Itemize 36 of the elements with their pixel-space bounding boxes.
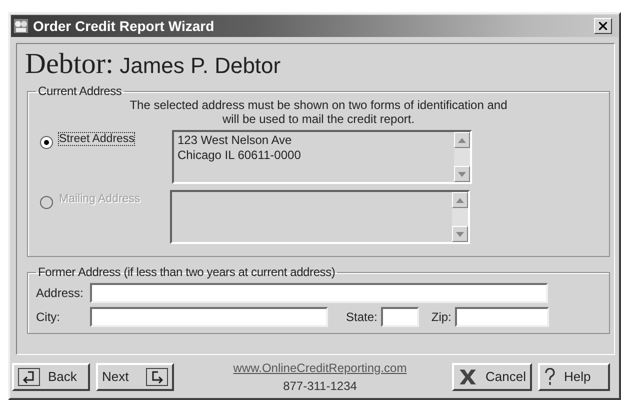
group-legend: Current Address	[36, 84, 124, 98]
state-label: State:	[346, 310, 378, 324]
window-title: Order Credit Report Wizard	[33, 18, 216, 34]
website-link[interactable]: www.OnlineCreditReporting.com	[233, 360, 407, 374]
radio-button[interactable]	[40, 136, 53, 149]
address-line: 123 West Nelson Ave	[177, 133, 293, 148]
scrollbar[interactable]	[452, 192, 468, 242]
zip-label: Zip:	[431, 310, 452, 324]
radio-label[interactable]: Street Address	[59, 133, 134, 145]
down-arrow-icon	[458, 172, 466, 176]
city-field[interactable]	[90, 307, 328, 327]
address-box[interactable]: 123 West Nelson Ave Chicago IL 60611-0000	[172, 130, 472, 184]
address-line: Chicago IL 60611-0000	[177, 148, 302, 163]
close-icon	[599, 22, 607, 30]
debtor-label: Debtor:	[25, 48, 114, 81]
back-button[interactable]: Back	[12, 362, 90, 390]
down-arrow-icon	[456, 232, 464, 236]
address-box[interactable]	[170, 190, 470, 244]
instruction-text: The selected address must be shown on two forms of identification and will be used to mail the credit report.	[128, 98, 508, 126]
up-arrow-icon	[458, 138, 466, 142]
city-label: City:	[36, 310, 61, 324]
phone-number: 877-311-1234	[283, 378, 357, 392]
question-mark-icon	[544, 368, 556, 386]
scrollbar[interactable]	[454, 132, 470, 182]
group-legend: Former Address (if less than two years at current address)	[36, 265, 338, 279]
cancel-button[interactable]: Cancel	[452, 362, 532, 390]
address-label: Address:	[36, 286, 84, 300]
address-field[interactable]	[90, 283, 548, 303]
help-button[interactable]: Help	[538, 362, 610, 390]
debtor-name: James P. Debtor	[120, 53, 281, 79]
up-arrow-icon	[456, 198, 464, 202]
next-button[interactable]: Next	[96, 362, 174, 390]
x-icon	[458, 366, 478, 386]
close-button[interactable]	[594, 18, 612, 34]
zip-field[interactable]	[455, 307, 550, 327]
state-field[interactable]	[381, 307, 420, 327]
